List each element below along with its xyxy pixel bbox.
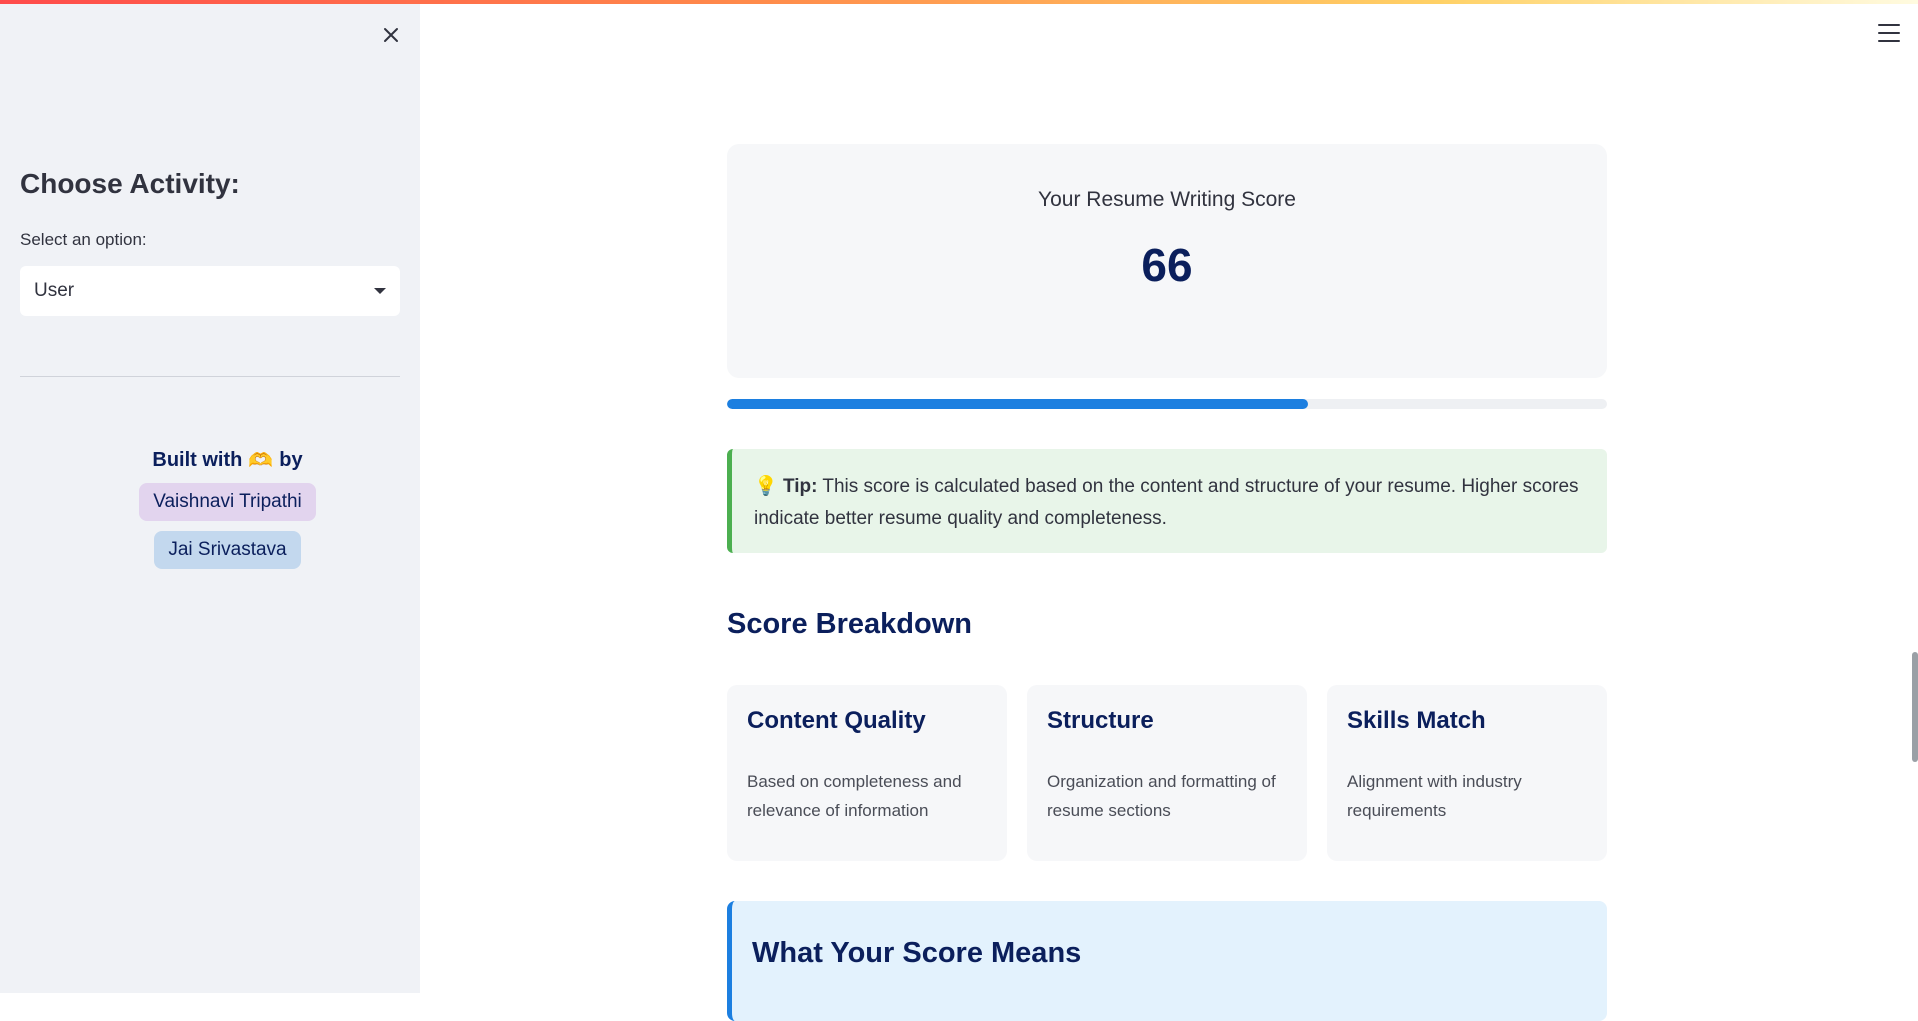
- card-description: Based on completeness and relevance of i…: [747, 772, 962, 820]
- sidebar: Choose Activity: Select an option: User …: [0, 0, 420, 993]
- sidebar-divider: [20, 376, 400, 377]
- top-decoration-bar: [0, 0, 1918, 4]
- built-with-suffix: by: [279, 449, 303, 471]
- score-value: 66: [1141, 239, 1193, 291]
- card-description: Organization and formatting of resume se…: [1047, 772, 1276, 820]
- menu-bar: [1878, 32, 1900, 34]
- author-chip-jai: Jai Srivastava: [154, 531, 301, 569]
- score-breakdown-heading: Score Breakdown: [727, 608, 972, 640]
- built-with-prefix: Built with: [152, 449, 243, 471]
- select-label: Select an option:: [20, 230, 147, 249]
- tip-label: Tip:: [782, 476, 818, 497]
- card-description: Alignment with industry requirements: [1347, 772, 1522, 820]
- menu-bar: [1878, 24, 1900, 26]
- credits: Built with 🫶 by Vaishnavi Tripathi Jai S…: [0, 448, 455, 569]
- sidebar-close-button[interactable]: [376, 20, 406, 50]
- score-progress-bar: [727, 399, 1607, 409]
- score-label: Your Resume Writing Score: [1038, 188, 1296, 211]
- score-meaning-box: What Your Score Means: [727, 901, 1607, 1021]
- lightbulb-icon: 💡: [754, 476, 778, 497]
- activity-select[interactable]: User: [20, 266, 400, 316]
- score-progress-fill: [727, 399, 1308, 409]
- score-meaning-heading: What Your Score Means: [752, 937, 1082, 969]
- breakdown-card-skills-match: Skills Match Alignment with industry req…: [1327, 685, 1607, 861]
- card-title: Structure: [1047, 707, 1154, 734]
- tip-text: This score is calculated based on the co…: [754, 476, 1579, 529]
- close-icon: [384, 28, 398, 42]
- score-card: Your Resume Writing Score 66: [727, 144, 1607, 378]
- tip-box: 💡 Tip: This score is calculated based on…: [727, 449, 1607, 553]
- card-title: Content Quality: [747, 707, 926, 734]
- author-chip-vaishnavi: Vaishnavi Tripathi: [139, 483, 316, 521]
- breakdown-card-content-quality: Content Quality Based on completeness an…: [727, 685, 1007, 861]
- sidebar-heading: Choose Activity:: [20, 168, 240, 199]
- menu-bar: [1878, 40, 1900, 42]
- chevron-down-icon: [374, 288, 386, 294]
- heart-hands-icon: 🫶: [248, 450, 274, 472]
- breakdown-card-structure: Structure Organization and formatting of…: [1027, 685, 1307, 861]
- built-with-line: Built with 🫶 by: [152, 448, 302, 473]
- scrollbar-thumb[interactable]: [1912, 652, 1918, 762]
- activity-select-value: User: [34, 280, 75, 301]
- card-title: Skills Match: [1347, 707, 1486, 734]
- hamburger-menu-button[interactable]: [1878, 24, 1900, 42]
